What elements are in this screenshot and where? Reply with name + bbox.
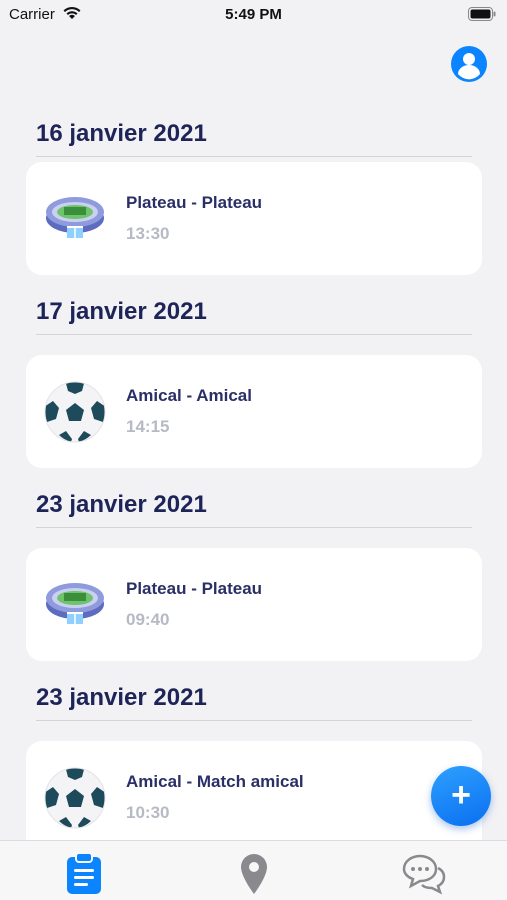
section-date-header: 17 janvier 2021 [36, 298, 472, 335]
chat-bubbles-icon [402, 854, 446, 895]
tab-messages[interactable] [400, 851, 446, 895]
status-time: 5:49 PM [225, 6, 282, 23]
person-circle-icon [451, 46, 487, 82]
event-title: Plateau - Plateau [126, 193, 263, 212]
event-time: 10:30 [126, 803, 170, 822]
event-card[interactable]: Amical - Amical 14:15 [26, 355, 482, 468]
clipboard-icon [67, 852, 101, 894]
event-card[interactable]: Plateau - Plateau 09:40 [26, 548, 482, 661]
event-card[interactable]: Plateau - Plateau 13:30 [26, 162, 482, 275]
stadium-icon [44, 188, 106, 250]
tab-events[interactable] [62, 851, 106, 895]
event-card[interactable]: Amical - Match amical 10:30 [26, 741, 482, 854]
event-title: Amical - Match amical [126, 772, 304, 791]
section-date-header: 16 janvier 2021 [36, 120, 472, 157]
event-title: Amical - Amical [126, 386, 252, 405]
add-event-button[interactable]: + [431, 766, 491, 826]
status-bar: Carrier 5:49 PM [0, 0, 507, 30]
event-time: 09:40 [126, 610, 170, 629]
event-time: 13:30 [126, 224, 170, 243]
map-pin-icon [241, 854, 267, 894]
stadium-icon [44, 574, 106, 636]
battery-icon [468, 7, 496, 25]
section-date-header: 23 janvier 2021 [36, 684, 472, 721]
section-date-header: 23 janvier 2021 [36, 491, 472, 528]
profile-button[interactable] [450, 45, 488, 83]
plus-icon: + [451, 776, 471, 814]
tab-map[interactable] [232, 851, 276, 895]
event-time: 14:15 [126, 417, 170, 436]
soccer-ball-icon [44, 767, 106, 829]
soccer-ball-icon [44, 381, 106, 443]
tab-bar [0, 840, 507, 900]
event-title: Plateau - Plateau [126, 579, 263, 598]
